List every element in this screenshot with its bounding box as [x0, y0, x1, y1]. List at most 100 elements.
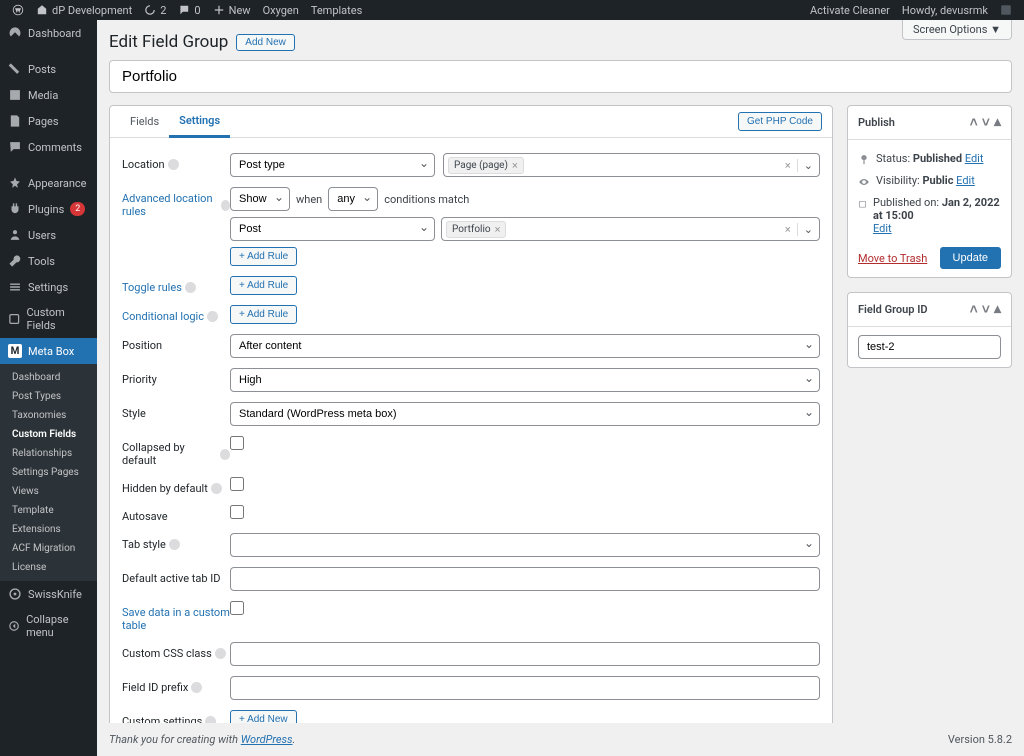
site-name[interactable]: dP Development [30, 4, 138, 17]
submenu-taxonomies[interactable]: Taxonomies [0, 406, 97, 425]
submenu-template[interactable]: Template [0, 501, 97, 520]
prefix-input[interactable] [230, 676, 820, 700]
position-select[interactable]: After content [230, 334, 820, 358]
menu-dashboard[interactable]: Dashboard [0, 20, 97, 46]
help-icon[interactable] [220, 449, 230, 460]
add-rule-button[interactable]: + Add Rule [230, 305, 297, 324]
submenu-extensions[interactable]: Extensions [0, 520, 97, 539]
tab-fields[interactable]: Fields [120, 107, 169, 136]
group-title-input[interactable] [109, 60, 1012, 93]
collapse-menu[interactable]: Collapse menu [0, 607, 97, 645]
toggle-rules-label[interactable]: Toggle rules [122, 281, 182, 294]
edit-status-link[interactable]: Edit [965, 152, 984, 165]
rule-tag: Portfolio× [446, 221, 506, 238]
menu-pages[interactable]: Pages [0, 108, 97, 134]
rule-type-select[interactable]: Post [230, 217, 435, 241]
edit-date-link[interactable]: Edit [873, 222, 892, 235]
menu-settings[interactable]: Settings [0, 274, 97, 300]
group-id-panel: Field Group ID ˄˅▴ [847, 292, 1012, 368]
submenu-dashboard[interactable]: Dashboard [0, 368, 97, 387]
panel-down-icon[interactable]: ˅ [982, 114, 990, 131]
comments-count[interactable]: 0 [172, 4, 206, 17]
css-class-input[interactable] [230, 642, 820, 666]
menu-appearance[interactable]: Appearance [0, 170, 97, 196]
priority-select[interactable]: High [230, 368, 820, 392]
submenu-custom-fields[interactable]: Custom Fields [0, 425, 97, 444]
menu-plugins[interactable]: Plugins2 [0, 196, 97, 222]
rule-value-input[interactable]: Portfolio× ×⌄ [441, 217, 820, 241]
help-icon[interactable] [191, 682, 202, 693]
submenu-acf-migration[interactable]: ACF Migration [0, 539, 97, 558]
help-icon[interactable] [207, 311, 218, 322]
menu-custom-fields-top[interactable]: Custom Fields [0, 300, 97, 338]
help-icon[interactable] [215, 648, 226, 659]
screen-options-tab[interactable]: Screen Options ▼ [902, 20, 1012, 40]
move-to-trash-link[interactable]: Move to Trash [858, 252, 927, 265]
updates[interactable]: 2 [138, 4, 172, 17]
help-icon[interactable] [221, 200, 230, 211]
menu-comments[interactable]: Comments [0, 134, 97, 160]
wp-logo[interactable] [6, 4, 30, 16]
show-select[interactable]: Show [230, 187, 290, 211]
clear-icon[interactable]: × [779, 159, 797, 172]
edit-visibility-link[interactable]: Edit [956, 174, 975, 187]
add-rule-button[interactable]: + Add Rule [230, 276, 297, 295]
any-select[interactable]: any [328, 187, 378, 211]
menu-meta-box[interactable]: MMeta Box [0, 338, 97, 364]
templates-menu[interactable]: Templates [305, 4, 368, 17]
menu-swissknife[interactable]: SwissKnife [0, 581, 97, 607]
help-icon[interactable] [168, 159, 179, 170]
activate-cleaner[interactable]: Activate Cleaner [804, 4, 896, 17]
hidden-checkbox[interactable] [230, 477, 244, 491]
submenu-relationships[interactable]: Relationships [0, 444, 97, 463]
oxygen-menu[interactable]: Oxygen [257, 4, 305, 17]
autosave-checkbox[interactable] [230, 505, 244, 519]
tab-settings[interactable]: Settings [169, 106, 230, 138]
clear-icon[interactable]: × [779, 223, 797, 236]
save-table-checkbox[interactable] [230, 601, 244, 615]
submenu-post-types[interactable]: Post Types [0, 387, 97, 406]
remove-tag-icon[interactable]: × [512, 159, 518, 172]
panel-up-icon[interactable]: ˄ [970, 301, 978, 318]
location-label: Location [122, 158, 165, 171]
get-php-code-button[interactable]: Get PHP Code [738, 112, 822, 131]
menu-tools[interactable]: Tools [0, 248, 97, 274]
remove-tag-icon[interactable]: × [495, 223, 501, 236]
chevron-down-icon[interactable]: ⌄ [797, 223, 819, 236]
style-select[interactable]: Standard (WordPress meta box) [230, 402, 820, 426]
conditional-logic-label[interactable]: Conditional logic [122, 310, 204, 323]
settings-panel: Fields Settings Get PHP Code Location Po… [109, 105, 833, 745]
when-text: when [296, 193, 322, 206]
help-icon[interactable] [185, 282, 196, 293]
tabstyle-select[interactable] [230, 533, 820, 557]
submenu-settings-pages[interactable]: Settings Pages [0, 463, 97, 482]
panel-toggle-icon[interactable]: ▴ [994, 114, 1001, 131]
save-table-label[interactable]: Save data in a custom table [122, 606, 230, 632]
location-value-input[interactable]: Page (page)× ×⌄ [443, 153, 820, 177]
chevron-down-icon[interactable]: ⌄ [797, 159, 819, 172]
menu-posts[interactable]: Posts [0, 56, 97, 82]
collapsed-checkbox[interactable] [230, 436, 244, 450]
help-icon[interactable] [211, 483, 222, 494]
add-rule-button[interactable]: + Add Rule [230, 247, 297, 266]
adv-rules-label[interactable]: Advanced location rules [122, 192, 218, 218]
add-new-button[interactable]: Add New [236, 34, 295, 51]
howdy-user[interactable]: Howdy, devusrmk [896, 4, 994, 17]
menu-users[interactable]: Users [0, 222, 97, 248]
new-content[interactable]: New [207, 4, 257, 17]
group-id-input[interactable] [858, 335, 1001, 359]
panel-toggle-icon[interactable]: ▴ [994, 301, 1001, 318]
menu-media[interactable]: Media [0, 82, 97, 108]
submenu-views[interactable]: Views [0, 482, 97, 501]
location-type-select[interactable]: Post type [230, 153, 435, 177]
publish-panel: Publish ˄˅▴ Status: Published Edit Visib… [847, 105, 1012, 278]
help-icon[interactable] [169, 539, 180, 550]
panel-up-icon[interactable]: ˄ [970, 114, 978, 131]
user-avatar[interactable] [994, 4, 1018, 16]
submenu-license[interactable]: License [0, 558, 97, 577]
update-button[interactable]: Update [940, 247, 1001, 269]
panel-down-icon[interactable]: ˅ [982, 301, 990, 318]
admin-footer: Thank you for creating with WordPress. V… [97, 723, 1024, 756]
wordpress-link[interactable]: WordPress [241, 733, 293, 746]
default-tab-input[interactable] [230, 567, 820, 591]
